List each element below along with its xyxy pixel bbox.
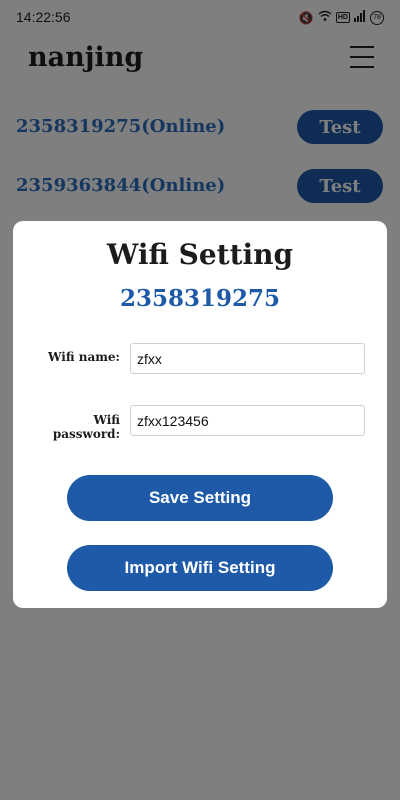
wifi-name-input[interactable] xyxy=(130,343,365,374)
wifi-password-label: Wifi password: xyxy=(52,413,120,441)
wifi-password-input[interactable] xyxy=(130,405,365,436)
dialog-title: Wifi Setting xyxy=(106,238,294,271)
dialog-device-id: 2358319275 xyxy=(119,285,281,312)
save-setting-button[interactable]: Save Setting xyxy=(67,475,333,521)
import-wifi-setting-button[interactable]: Import Wifi Setting xyxy=(67,545,333,591)
wifi-name-label: Wifi name: xyxy=(48,350,120,364)
wifi-setting-dialog: Wifi Setting 2358319275 Wifi name: Wifi … xyxy=(13,221,387,608)
